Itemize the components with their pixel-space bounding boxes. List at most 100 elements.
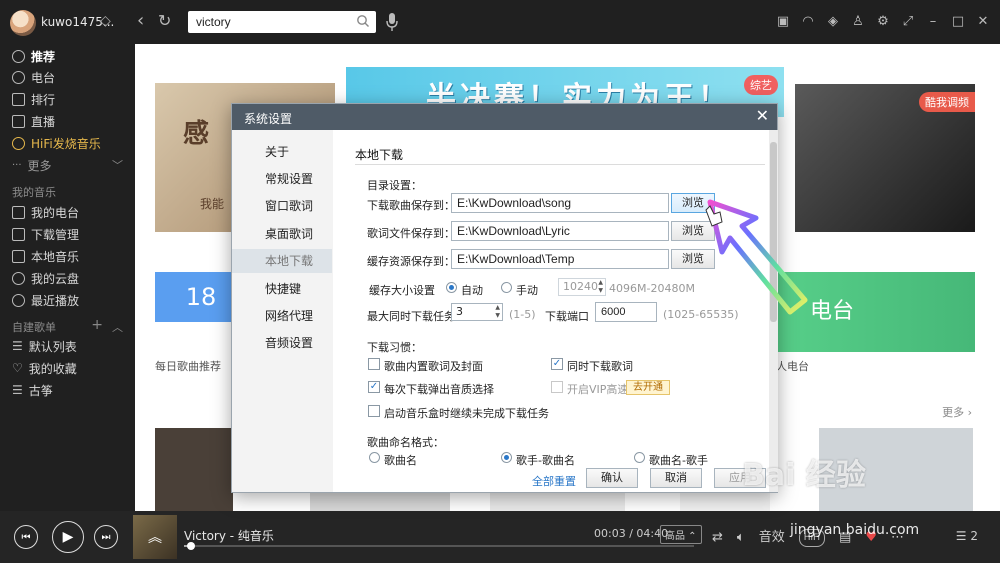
sidebar-item-hifi[interactable]: HiFi发烧音乐 [12,135,101,151]
nav-proxy[interactable]: 网络代理 [232,304,332,328]
naming-song-artist-radio[interactable] [634,452,645,463]
section-title: 本地下载 [355,148,404,162]
sidebar-item-my-radio[interactable]: 我的电台 [12,204,79,220]
loop-icon[interactable]: ⇄ [712,530,723,546]
cache-dir-field[interactable] [451,249,669,269]
playlists-title: 自建歌单 [12,321,56,334]
download-lyrics-label[interactable]: 同时下载歌词 [567,358,633,374]
cache-size-stepper[interactable]: 10240 ▲ ▼ [558,278,606,296]
back-icon[interactable]: ‹ [137,11,144,31]
gamepad-icon[interactable]: ◈ [826,15,840,29]
sidebar-item-default-list[interactable]: ☰ 默认列表 [12,338,77,354]
search-icon[interactable] [356,14,370,28]
album-cover[interactable]: ︽ [133,515,177,559]
naming-song-label[interactable]: 歌曲名 [384,452,417,468]
cache-auto-label[interactable]: 自动 [461,282,483,298]
top-bar: kuwo1475... ◇ ‹ ↻ ▣ ◠ ◈ ♙ ⚙ ⤢ – □ ✕ [0,0,1000,44]
headphones-icon[interactable]: ◠ [801,15,815,29]
nav-desktop-lyrics[interactable]: 桌面歌词 [232,222,332,246]
embed-lyrics-checkbox[interactable] [368,358,380,370]
max-tasks-value: 3 [456,305,463,318]
reset-all-link[interactable]: 全部重置 [532,473,576,489]
download-icon [12,227,25,241]
vip-activate-button[interactable]: 去开通 [626,380,670,395]
progress-knob[interactable] [187,542,196,550]
quality-button[interactable]: 高品 ⌃ [660,525,702,544]
sidebar-item-local[interactable]: 本地音乐 [12,248,79,264]
nav-local-download[interactable]: 本地下载 [232,249,332,273]
song-title[interactable]: Victory - 纯音乐 [184,527,274,544]
mini-mode-icon[interactable]: ⤢ [901,15,915,29]
sidebar-item-cloud[interactable]: 我的云盘 [12,270,79,286]
cache-manual-label[interactable]: 手动 [516,282,538,298]
maximize-icon[interactable]: □ [951,15,965,29]
vip-speed-checkbox[interactable] [551,381,563,393]
naming-artist-song-label[interactable]: 歌手-歌曲名 [516,452,575,468]
sidebar-item-favorites[interactable]: ♡ 我的收藏 [12,360,77,376]
naming-song-radio[interactable] [369,452,380,463]
play-button[interactable]: ▶ [52,521,84,553]
banner-right[interactable]: 酷我调频 [795,84,975,232]
nav-audio[interactable]: 音频设置 [232,331,332,355]
gear-icon[interactable]: ⚙ [876,15,890,29]
shirt-icon[interactable]: ♙ [851,15,865,29]
clock-icon [12,293,25,307]
cache-auto-radio[interactable] [446,282,457,293]
search-input[interactable] [196,14,356,30]
playlist-queue-button[interactable]: ☰ 2 [956,529,978,543]
sidebar-item-live[interactable]: 直播 [12,113,55,129]
port-label: 下载端口 [545,310,589,323]
resume-tasks-checkbox[interactable] [368,405,380,417]
dialog-close-icon[interactable]: ✕ [756,107,769,125]
daily-recommend-label[interactable]: 每日歌曲推荐 [155,358,221,374]
chevron-down-icon[interactable]: ﹀ [112,157,123,173]
sidebar-item-more[interactable]: ··· 更多 [12,157,52,173]
nav-window-lyrics[interactable]: 窗口歌词 [232,194,332,218]
minimize-icon[interactable]: – [926,15,940,29]
sidebar: 推荐 电台 排行 直播 HiFi发烧音乐 ··· 更多 ﹀ 我的音乐 我的电台 下… [0,44,135,511]
nav-about[interactable]: 关于 [232,140,332,164]
sidebar-item-recent[interactable]: 最近播放 [12,292,79,308]
next-button[interactable]: ⏭ [94,525,118,549]
annotation-arrow [705,199,808,315]
refresh-icon[interactable]: ↻ [158,11,171,31]
song-dir-field[interactable] [451,193,669,213]
add-playlist-icon[interactable]: + [91,317,103,333]
chevron-up-icon[interactable]: ︿ [112,319,123,335]
skin-icon[interactable]: ▣ [776,15,790,29]
quality-popup-label[interactable]: 每次下载弹出音质选择 [384,381,494,397]
ok-button[interactable]: 确认 [586,468,638,488]
spin-arrows-icon[interactable]: ▲ ▼ [495,304,500,320]
sound-effect-button[interactable]: 音效 [759,530,785,546]
sidebar-item-downloads[interactable]: 下载管理 [12,226,79,242]
progress-bar[interactable] [184,542,694,550]
sidebar-item-guzheng[interactable]: ☰ 古筝 [12,382,53,398]
download-lyrics-checkbox[interactable]: ✓ [551,358,563,370]
nav-hotkeys[interactable]: 快捷键 [232,277,332,301]
close-icon[interactable]: ✕ [976,15,990,29]
max-tasks-stepper[interactable]: 3 ▲ ▼ [451,303,503,321]
sidebar-item-recommend[interactable]: 推荐 [12,48,55,64]
quality-popup-checkbox[interactable]: ✓ [368,381,380,393]
sidebar-item-chart[interactable]: 排行 [12,91,55,107]
spin-arrows-icon[interactable]: ▲ ▼ [598,279,603,295]
nav-general[interactable]: 常规设置 [232,167,332,191]
sidebar-item-radio[interactable]: 电台 [12,69,55,85]
lyric-dir-field[interactable] [451,221,669,241]
settings-nav: 关于 常规设置 窗口歌词 桌面歌词 本地下载 快捷键 网络代理 音频设置 [232,130,332,492]
diamond-icon[interactable]: ◇ [100,13,116,29]
resume-tasks-label[interactable]: 启动音乐盒时继续未完成下载任务 [384,405,549,421]
previous-button[interactable]: ⏮ [14,525,38,549]
cache-manual-radio[interactable] [501,282,512,293]
volume-icon[interactable]: 🔈︎ [737,530,745,546]
avatar[interactable] [10,10,36,36]
microphone-icon[interactable] [385,12,399,32]
cancel-button[interactable]: 取消 [650,468,702,488]
album-thumbnail[interactable] [155,428,233,511]
naming-song-artist-label[interactable]: 歌曲名-歌手 [649,452,708,468]
embed-lyrics-label[interactable]: 歌曲内置歌词及封面 [384,358,483,374]
naming-artist-song-radio[interactable] [501,452,512,463]
dialog-title-bar[interactable]: 系统设置 [232,104,777,130]
banner-left-subtitle: 我能 [200,197,225,211]
more-link[interactable]: 更多 › [942,404,972,420]
